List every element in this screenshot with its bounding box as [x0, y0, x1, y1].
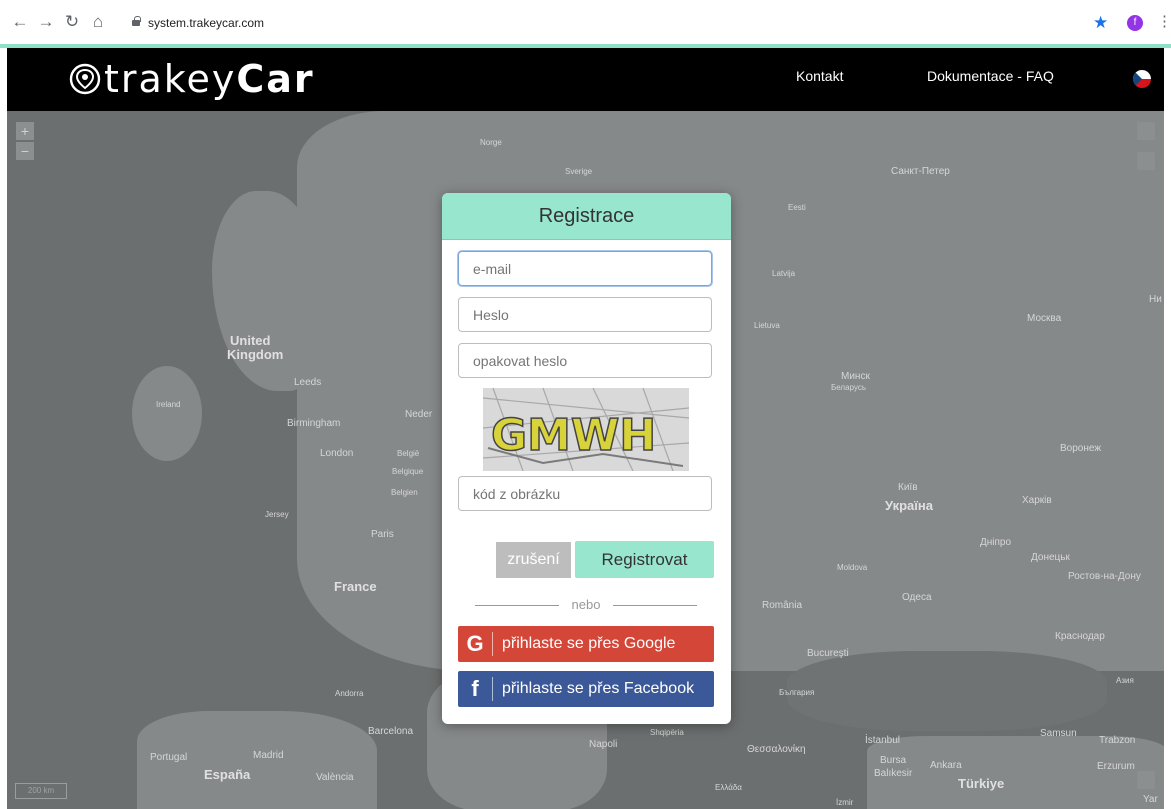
- map-label: Ελλάδα: [715, 783, 742, 792]
- map-label: Erzurum: [1097, 761, 1135, 772]
- map-label: Birmingham: [287, 418, 341, 429]
- map-label: Napoli: [589, 739, 618, 750]
- register-button[interactable]: Registrovat: [575, 541, 714, 578]
- map-label: Barcelona: [368, 726, 414, 737]
- facebook-login-button[interactable]: f přihlaste se přes Facebook: [458, 671, 714, 707]
- map-label: Portugal: [150, 752, 188, 763]
- map-label: Азия: [1116, 676, 1134, 685]
- site-header: trakeyCar Kontakt Dokumentace - FAQ: [7, 48, 1164, 111]
- map-label: Norge: [480, 138, 502, 147]
- zoom-in-button[interactable]: +: [16, 122, 34, 140]
- map-label: Одеса: [902, 592, 932, 603]
- map-label: Донецьк: [1031, 552, 1070, 563]
- map-label: België: [397, 449, 420, 458]
- map-label: Moldova: [837, 563, 868, 572]
- map-label: Θεσσαλονίκη: [747, 744, 806, 755]
- map-label: United: [230, 333, 271, 348]
- google-login-button[interactable]: G přihlaste se přes Google: [458, 626, 714, 662]
- map-label: Воронеж: [1060, 443, 1102, 454]
- star-icon[interactable]: ★: [1093, 13, 1108, 33]
- map-label: London: [320, 448, 354, 459]
- map-label: València: [316, 772, 354, 783]
- map-label: Sverige: [565, 167, 593, 176]
- captcha-image: GMWH: [483, 388, 689, 471]
- map-label: Санкт-Петер: [891, 166, 950, 177]
- map-label: Yar: [1143, 794, 1158, 805]
- map-label: Україна: [885, 498, 934, 513]
- map-label: Madrid: [253, 750, 284, 761]
- registration-modal: Registrace GMWH zrušení Registrovat nebo…: [442, 193, 731, 724]
- profile-avatar[interactable]: f: [1127, 15, 1143, 31]
- map-label: France: [334, 579, 377, 594]
- address-bar[interactable]: system.trakeycar.com: [148, 14, 264, 32]
- info-icon[interactable]: [1137, 771, 1155, 789]
- map-label: Belgien: [391, 488, 418, 497]
- logo-pin-icon: [69, 63, 101, 95]
- map-label: Ни: [1149, 294, 1162, 305]
- map-label: Bursa: [880, 755, 907, 766]
- menu-icon[interactable]: ⋮: [1157, 12, 1171, 30]
- map-label: Balıkesir: [874, 768, 913, 779]
- map-label: Shqipëria: [650, 728, 684, 737]
- facebook-icon: f: [471, 676, 479, 701]
- repeat-password-field[interactable]: [458, 343, 712, 378]
- map-label: Ireland: [156, 400, 181, 409]
- map-label: Kingdom: [227, 347, 284, 362]
- map-label: Trabzon: [1099, 735, 1136, 746]
- home-icon[interactable]: ⌂: [88, 12, 108, 32]
- nav-kontakt[interactable]: Kontakt: [796, 68, 843, 84]
- map-label: Jersey: [265, 510, 289, 519]
- map-label: Andorra: [335, 689, 364, 698]
- map-label: Дніпро: [980, 537, 1012, 548]
- map-label: Москва: [1027, 313, 1062, 324]
- reload-icon[interactable]: ↻: [62, 12, 82, 32]
- map-label: Türkiye: [958, 776, 1005, 791]
- map-label: İstanbul: [865, 735, 901, 746]
- map-label: İzmir: [836, 798, 854, 807]
- logo-text-light: trakey: [104, 57, 237, 101]
- map-label: Ankara: [930, 760, 962, 771]
- map-label: España: [204, 767, 251, 782]
- lock-icon: [132, 16, 141, 26]
- zoom-out-button[interactable]: −: [16, 142, 34, 160]
- map-label: Paris: [371, 529, 394, 540]
- map-label: Eesti: [788, 203, 806, 212]
- map-label: Latvija: [772, 269, 796, 278]
- language-flag-icon[interactable]: [1133, 70, 1151, 88]
- facebook-login-label: přihlaste se přes Facebook: [502, 680, 695, 697]
- layers-icon[interactable]: [1137, 152, 1155, 170]
- map-label: Ростов-на-Дону: [1068, 571, 1141, 582]
- email-field[interactable]: [458, 251, 712, 286]
- captcha-code-field[interactable]: [458, 476, 712, 511]
- map-label: Samsun: [1040, 728, 1077, 739]
- map-label: Краснодар: [1055, 631, 1105, 642]
- logo-text-bold: Car: [236, 57, 315, 101]
- back-icon[interactable]: ←: [10, 12, 30, 32]
- google-icon: G: [466, 631, 484, 656]
- cancel-button[interactable]: zrušení: [496, 542, 571, 578]
- map-label: Минск: [841, 371, 870, 382]
- modal-title: Registrace: [442, 193, 731, 240]
- map-label: Київ: [898, 482, 918, 493]
- password-field[interactable]: [458, 297, 712, 332]
- logo[interactable]: trakeyCar: [68, 56, 315, 102]
- separator: nebo: [475, 597, 697, 613]
- map-label: Neder: [405, 409, 433, 420]
- google-login-label: přihlaste se přes Google: [502, 635, 676, 652]
- browser-toolbar: ← → ↻ ⌂ system.trakeycar.com ★ f ⋮: [0, 0, 1171, 45]
- nav-documentation-faq[interactable]: Dokumentace - FAQ: [927, 68, 1054, 84]
- map-label: Leeds: [294, 377, 322, 388]
- captcha-text: GMWH: [491, 410, 656, 461]
- map-label: Bucureşti: [807, 648, 849, 659]
- map-label: Belgique: [392, 467, 424, 476]
- map-label: Беларусь: [831, 383, 866, 392]
- map-label: Харків: [1022, 495, 1052, 506]
- map-scale: 200 km: [15, 783, 67, 799]
- map-label: Lietuva: [754, 321, 780, 330]
- fullscreen-icon[interactable]: [1137, 122, 1155, 140]
- map-label: България: [779, 688, 815, 697]
- forward-icon[interactable]: →: [36, 12, 56, 32]
- map-label: România: [762, 600, 803, 611]
